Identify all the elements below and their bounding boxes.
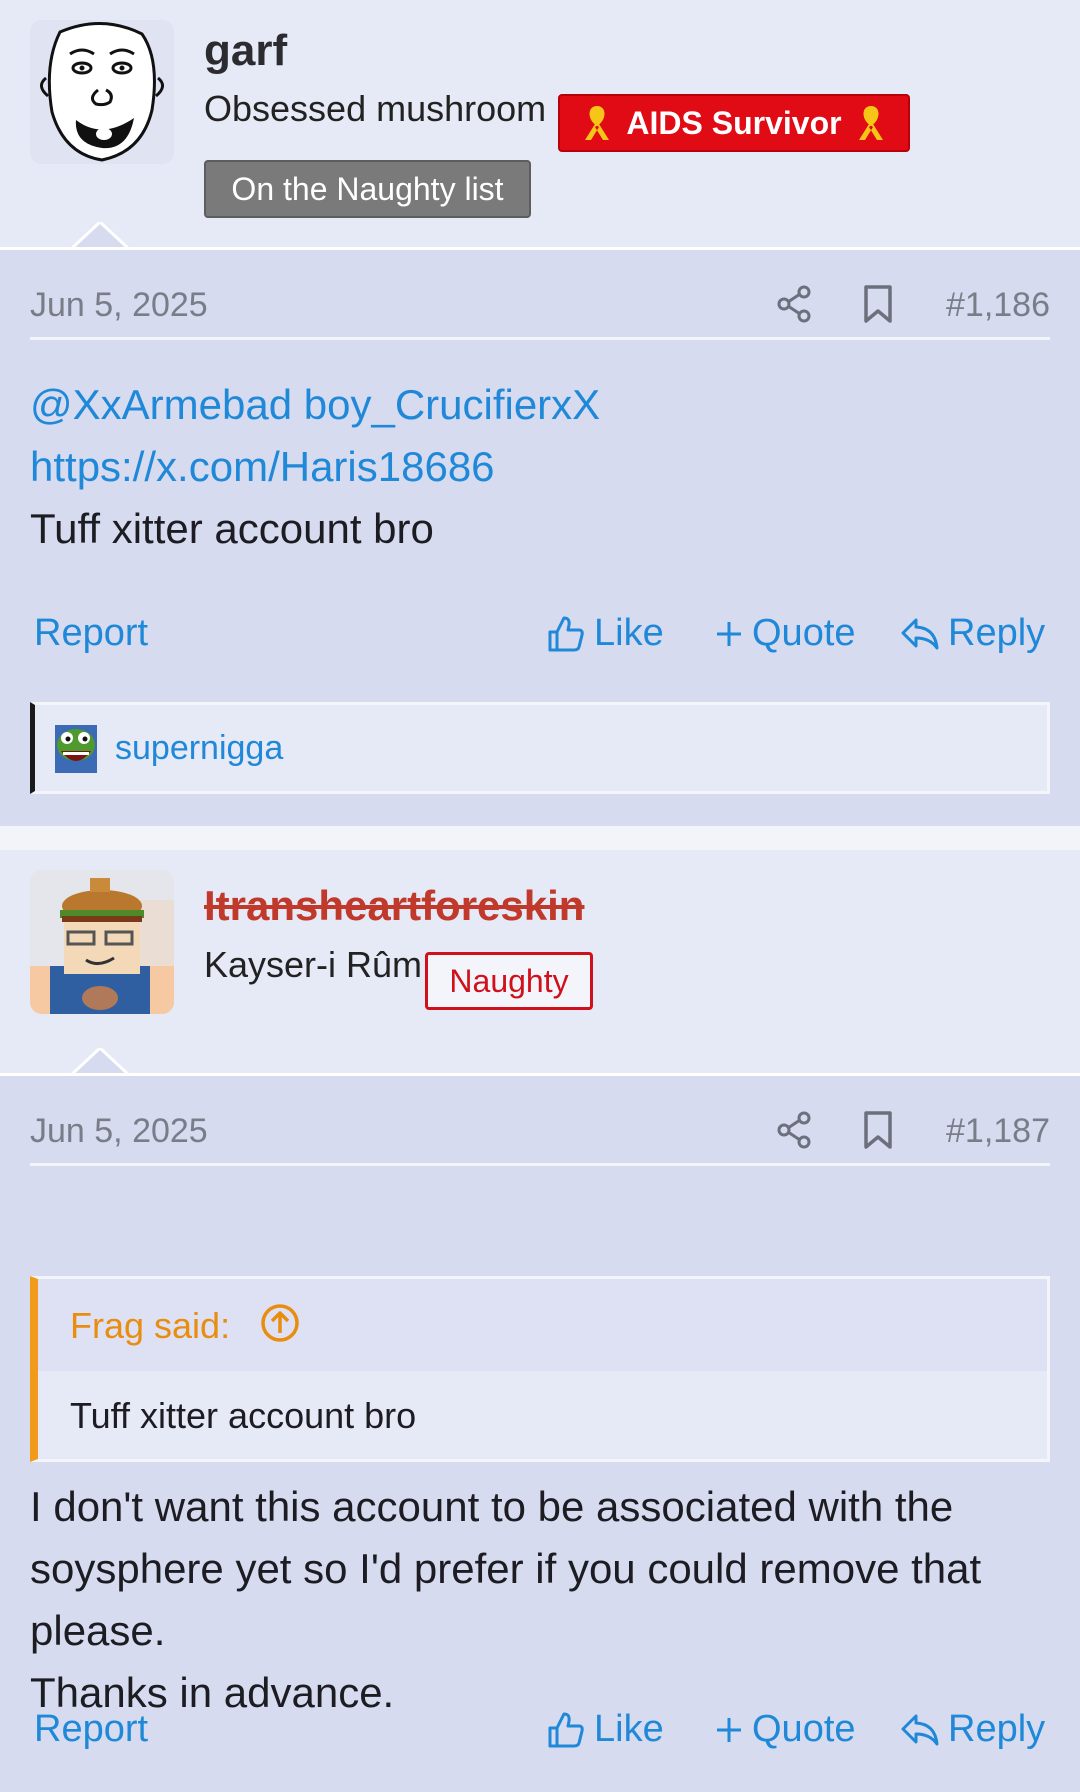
post-number[interactable]: #1,186 (946, 286, 1050, 325)
username[interactable]: Itransheartforeskin (204, 882, 584, 930)
username[interactable]: garf (204, 26, 287, 76)
pepe-avatar-icon (55, 725, 97, 773)
awareness-ribbon-icon (858, 106, 883, 140)
reply-arrow-icon (901, 618, 939, 649)
like-label: Like (594, 1708, 664, 1750)
message-content: @XxArmebad boy_CrucifierxX https://x.com… (30, 374, 600, 560)
user-header: garf Obsessed mushroom AIDS Survivor On … (0, 0, 1080, 250)
avatar[interactable] (30, 20, 174, 164)
badge-label: AIDS Survivor (626, 104, 842, 141)
post-body: Jun 5, 2025 #1,187 Frag said: Tuff xitte… (0, 1076, 1080, 1792)
share-icon[interactable] (774, 284, 814, 324)
plus-icon (717, 1717, 741, 1742)
like-label: Like (594, 612, 664, 654)
plus-icon (717, 621, 741, 646)
reply-button[interactable]: Reply (900, 612, 1045, 655)
post-separator (0, 826, 1080, 850)
message-text: Tuff xitter account bro (30, 505, 434, 552)
reactions-bar[interactable]: supernigga (30, 702, 1050, 794)
naughty-badge: Naughty (425, 952, 593, 1010)
user-mention[interactable]: @XxArmebad boy_CrucifierxX (30, 374, 600, 436)
reply-label: Reply (948, 612, 1046, 654)
reply-button[interactable]: Reply (900, 1708, 1045, 1751)
quote-author[interactable]: Frag said: (70, 1305, 230, 1347)
awareness-ribbon-icon (585, 106, 610, 140)
avatar[interactable] (30, 870, 174, 1014)
thumbs-up-icon (548, 616, 584, 651)
like-button[interactable]: Like (546, 612, 664, 655)
bookmark-icon[interactable] (860, 1110, 896, 1150)
quote-block: Frag said: Tuff xitter account bro (30, 1276, 1050, 1462)
post-1187: Itransheartforeskin Kayser-i Rûm Naughty… (0, 850, 1080, 1792)
thumbs-up-icon (548, 1712, 584, 1747)
post-body: Jun 5, 2025 #1,186 @XxArmebad boy_Crucif… (0, 250, 1080, 826)
header-pointer (70, 1048, 130, 1076)
external-link[interactable]: https://x.com/Haris18686 (30, 436, 600, 498)
user-title: Obsessed mushroom (204, 88, 547, 129)
post-meta: Jun 5, 2025 #1,186 (30, 270, 1050, 340)
quote-header: Frag said: (38, 1279, 1047, 1371)
post-number[interactable]: #1,187 (946, 1112, 1050, 1151)
message-line: soysphere yet so I'd prefer if you could… (30, 1545, 982, 1592)
reply-arrow-icon (901, 1714, 939, 1745)
message-content: I don't want this account to be associat… (30, 1476, 981, 1724)
message-line: I don't want this account to be associat… (30, 1483, 954, 1530)
header-pointer (70, 222, 130, 250)
share-icon[interactable] (774, 1110, 814, 1150)
reaction-username[interactable]: supernigga (115, 729, 283, 768)
post-meta: Jun 5, 2025 #1,187 (30, 1096, 1050, 1166)
arrow-up-circle-icon[interactable] (260, 1303, 300, 1343)
quote-button[interactable]: Quote (714, 1708, 856, 1751)
bookmark-icon[interactable] (860, 284, 896, 324)
quote-label: Quote (752, 612, 856, 654)
aids-survivor-badge: AIDS Survivor (558, 94, 910, 152)
user-header: Itransheartforeskin Kayser-i Rûm Naughty (0, 850, 1080, 1076)
reply-label: Reply (948, 1708, 1046, 1750)
post-date[interactable]: Jun 5, 2025 (30, 286, 208, 325)
report-button[interactable]: Report (34, 612, 148, 655)
naughty-list-badge: On the Naughty list (204, 160, 531, 218)
quote-button[interactable]: Quote (714, 612, 856, 655)
quote-text: Tuff xitter account bro (70, 1395, 417, 1436)
post-actions: Report Like Quote Reply (30, 606, 1050, 666)
post-1186: garf Obsessed mushroom AIDS Survivor On … (0, 0, 1080, 826)
user-title: Kayser-i Rûm (204, 944, 423, 985)
quote-label: Quote (752, 1708, 856, 1750)
post-date[interactable]: Jun 5, 2025 (30, 1112, 208, 1151)
message-line: please. (30, 1607, 166, 1654)
like-button[interactable]: Like (546, 1708, 664, 1751)
post-actions: Report Like Quote Reply (30, 1702, 1050, 1762)
report-button[interactable]: Report (34, 1708, 148, 1751)
